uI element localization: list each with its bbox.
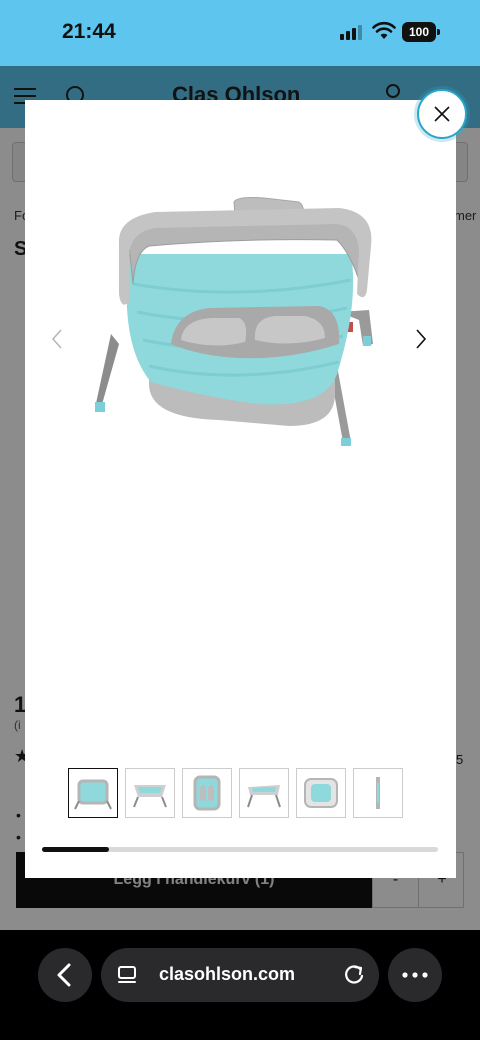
thumbnail-strip xyxy=(68,768,408,818)
gallery-progress-bar xyxy=(42,847,438,852)
close-gallery-button[interactable] xyxy=(417,89,467,139)
thumbnail-4[interactable] xyxy=(239,768,289,818)
thumbnail-5[interactable] xyxy=(296,768,346,818)
thumbnail-basin-folded-icon xyxy=(247,785,281,808)
cellular-signal-icon xyxy=(340,24,366,40)
back-arrow-icon xyxy=(57,963,71,987)
battery-icon: 100 xyxy=(402,22,440,42)
close-icon xyxy=(434,106,450,122)
url-text: clasohlson.com xyxy=(159,964,296,984)
thumbnail-basin-angled-icon xyxy=(74,779,112,810)
chevron-left-icon[interactable] xyxy=(49,328,65,350)
address-bar[interactable]: clasohlson.com xyxy=(101,948,379,1002)
thumbnail-6[interactable] xyxy=(353,768,403,818)
chevron-right-icon[interactable] xyxy=(413,328,429,350)
back-button[interactable] xyxy=(38,948,92,1002)
wifi-icon xyxy=(372,21,396,39)
tabs-icon xyxy=(118,966,136,983)
thumbnail-basin-flat-icon xyxy=(376,777,380,809)
status-bar: 21:44 100 xyxy=(0,0,480,66)
thumbnail-basin-top-icon xyxy=(193,775,221,811)
thumbnail-1[interactable] xyxy=(68,768,118,818)
thumbnail-basin-side-icon xyxy=(133,785,167,808)
image-gallery-modal xyxy=(25,100,456,878)
status-time: 21:44 xyxy=(62,20,116,43)
reload-icon[interactable] xyxy=(343,964,365,986)
product-image-foot-bath xyxy=(95,197,373,446)
browser-toolbar: clasohlson.com xyxy=(0,930,480,1040)
more-icon xyxy=(402,972,428,978)
thumbnail-2[interactable] xyxy=(125,768,175,818)
thumbnail-3[interactable] xyxy=(182,768,232,818)
thumbnail-basin-overhead-icon xyxy=(304,778,338,808)
gallery-progress-fill xyxy=(42,847,110,852)
more-options-button[interactable] xyxy=(388,948,442,1002)
